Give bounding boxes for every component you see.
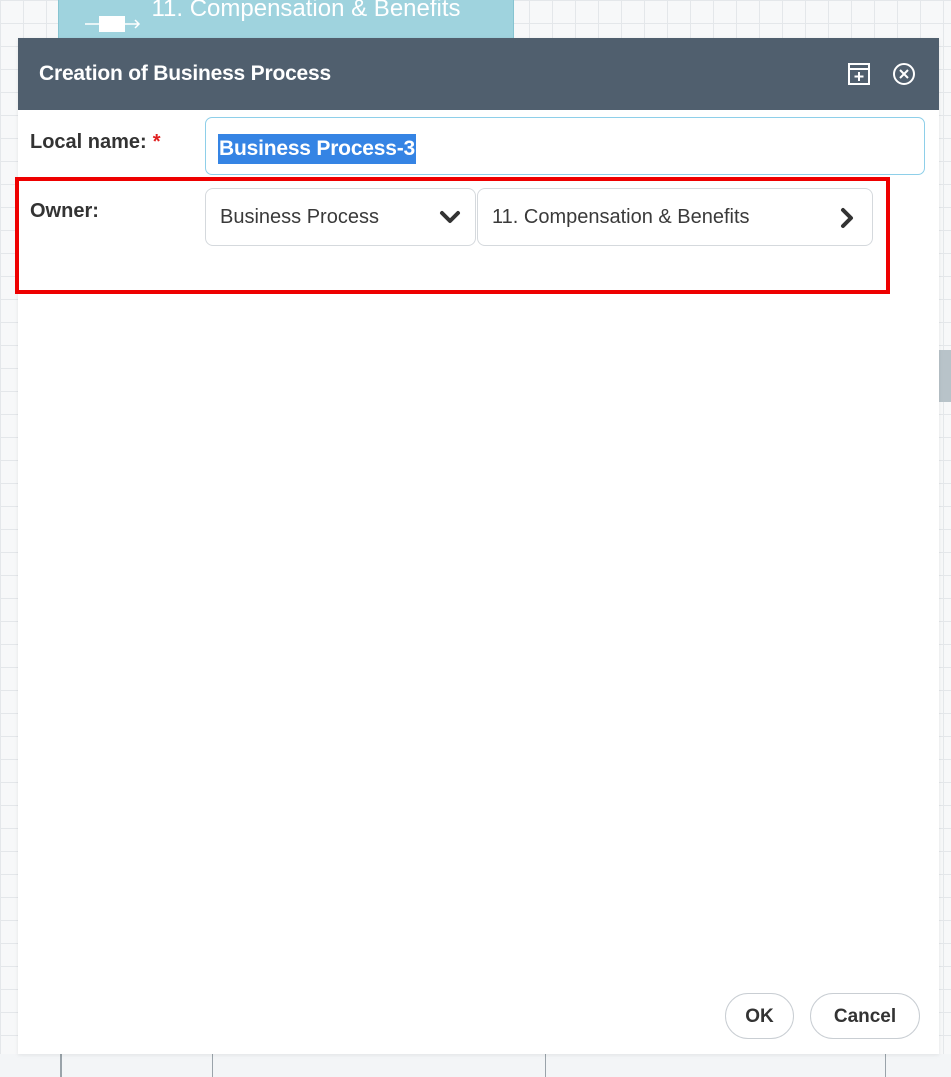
creation-dialog: Creation of Business Process Local name:… [15, 38, 939, 1054]
expand-icon[interactable] [846, 61, 872, 87]
local-name-label-text: Local name: [30, 131, 147, 153]
close-circle-icon[interactable] [891, 61, 917, 87]
required-marker: * [152, 131, 161, 153]
owner-label: Owner: [30, 200, 99, 222]
local-name-value: Business Process-3 [218, 134, 417, 164]
cancel-button[interactable]: Cancel [810, 993, 920, 1039]
owner-type-value: Business Process [220, 206, 379, 228]
background-connector-line [545, 1054, 546, 1077]
chevron-down-icon [440, 211, 460, 223]
local-name-input[interactable]: Business Process-3 [205, 117, 925, 175]
background-canvas-strip [0, 1054, 951, 1077]
owner-path-value: 11. Compensation & Benefits [492, 206, 750, 228]
owner-type-select[interactable]: Business Process [205, 188, 476, 246]
background-connector-line [885, 1054, 886, 1077]
background-node-label: 11. Compensation & Benefits [151, 0, 461, 22]
ok-button[interactable]: OK [725, 993, 794, 1039]
background-connector-line [212, 1054, 213, 1077]
owner-path-selector[interactable]: 11. Compensation & Benefits [477, 188, 873, 246]
background-canvas-element [939, 350, 951, 402]
background-process-node: 11. Compensation & Benefits [58, 0, 514, 40]
dialog-title: Creation of Business Process [39, 62, 331, 85]
local-name-label: Local name: * [30, 131, 161, 154]
dialog-header: Creation of Business Process [18, 38, 939, 110]
chevron-right-icon[interactable] [838, 207, 856, 229]
background-connector-line [60, 1054, 62, 1077]
